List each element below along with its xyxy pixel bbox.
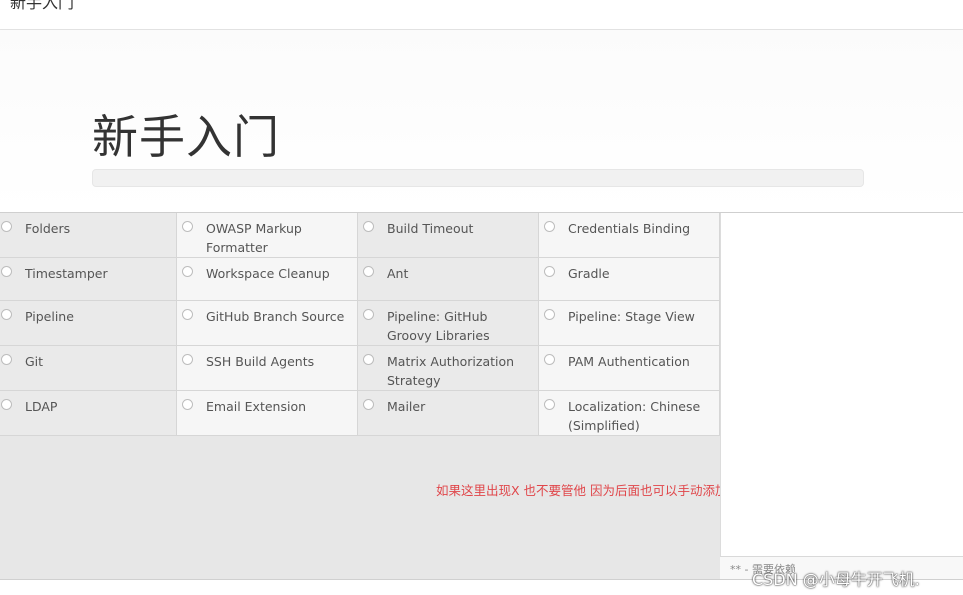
window-title: 新手入门 <box>10 0 75 12</box>
plugin-name: Folders <box>25 221 71 236</box>
plugin-item[interactable]: Matrix Authorization Strategy <box>358 346 539 391</box>
install-log-panel[interactable] <box>720 213 963 579</box>
plugin-item[interactable]: Git <box>0 346 177 391</box>
plugin-item[interactable]: Workspace Cleanup <box>177 258 358 301</box>
plugin-item[interactable]: Pipeline <box>0 301 177 346</box>
status-radio-icon <box>363 309 374 320</box>
status-radio-icon <box>1 354 12 365</box>
plugin-name: LDAP <box>25 399 58 414</box>
plugin-name: Gradle <box>568 266 610 281</box>
plugin-name: Pipeline: GitHub Groovy Libraries <box>387 309 490 343</box>
status-radio-icon <box>544 354 555 365</box>
plugin-name: Timestamper <box>25 266 108 281</box>
plugin-item[interactable]: Pipeline: GitHub Groovy Libraries <box>358 301 539 346</box>
status-radio-icon <box>182 309 193 320</box>
status-radio-icon <box>363 399 374 410</box>
plugin-name: GitHub Branch Source <box>206 309 345 324</box>
plugin-name: PAM Authentication <box>568 354 690 369</box>
status-radio-icon <box>182 266 193 277</box>
plugin-name: Matrix Authorization Strategy <box>387 354 515 388</box>
page-title: 新手入门 <box>92 110 280 164</box>
plugin-name: Pipeline <box>25 309 74 324</box>
status-radio-icon <box>363 266 374 277</box>
status-radio-icon <box>544 309 555 320</box>
hero-header: 新手入门 <box>0 30 963 213</box>
plugin-item[interactable]: OWASP Markup Formatter <box>177 213 358 258</box>
status-radio-icon <box>544 266 555 277</box>
plugin-item[interactable]: Timestamper <box>0 258 177 301</box>
plugin-name: SSH Build Agents <box>206 354 315 369</box>
plugin-name: Localization: Chinese (Simplified) <box>568 399 701 433</box>
plugin-item[interactable]: Folders <box>0 213 177 258</box>
status-radio-icon <box>182 399 193 410</box>
status-radio-icon <box>182 221 193 232</box>
plugin-name: Workspace Cleanup <box>206 266 330 281</box>
status-radio-icon <box>1 399 12 410</box>
top-bar: 新手入门 <box>0 0 963 30</box>
plugin-item[interactable]: Build Timeout <box>358 213 539 258</box>
plugin-item[interactable]: Localization: Chinese (Simplified) <box>539 391 720 436</box>
install-progress-bar <box>92 169 864 187</box>
plugin-name: Credentials Binding <box>568 221 691 236</box>
plugin-item[interactable]: Email Extension <box>177 391 358 436</box>
plugin-name: Pipeline: Stage View <box>568 309 695 324</box>
plugin-name: Build Timeout <box>387 221 474 236</box>
plugin-item[interactable]: SSH Build Agents <box>177 346 358 391</box>
plugin-name: OWASP Markup Formatter <box>206 221 302 255</box>
status-radio-icon <box>544 221 555 232</box>
status-radio-icon <box>1 309 12 320</box>
plugin-name: Ant <box>387 266 409 281</box>
plugin-item[interactable]: Mailer <box>358 391 539 436</box>
plugin-item[interactable]: LDAP <box>0 391 177 436</box>
plugin-name: Mailer <box>387 399 426 414</box>
status-radio-icon <box>1 221 12 232</box>
plugin-grid: Folders OWASP Markup Formatter Build Timeo… <box>0 213 720 436</box>
status-radio-icon <box>182 354 193 365</box>
watermark: CSDN @小母牛开飞机. <box>752 570 920 589</box>
plugin-item[interactable]: Ant <box>358 258 539 301</box>
plugin-name: Git <box>25 354 44 369</box>
status-radio-icon <box>1 266 12 277</box>
plugin-item[interactable]: GitHub Branch Source <box>177 301 358 346</box>
plugin-list-area: Folders OWASP Markup Formatter Build Timeo… <box>0 213 720 579</box>
plugin-item[interactable]: PAM Authentication <box>539 346 720 391</box>
plugin-name: Email Extension <box>206 399 307 414</box>
plugin-item[interactable]: Credentials Binding <box>539 213 720 258</box>
plugin-item[interactable]: Pipeline: Stage View <box>539 301 720 346</box>
status-radio-icon <box>363 221 374 232</box>
status-radio-icon <box>544 399 555 410</box>
plugin-item[interactable]: Gradle <box>539 258 720 301</box>
status-radio-icon <box>363 354 374 365</box>
